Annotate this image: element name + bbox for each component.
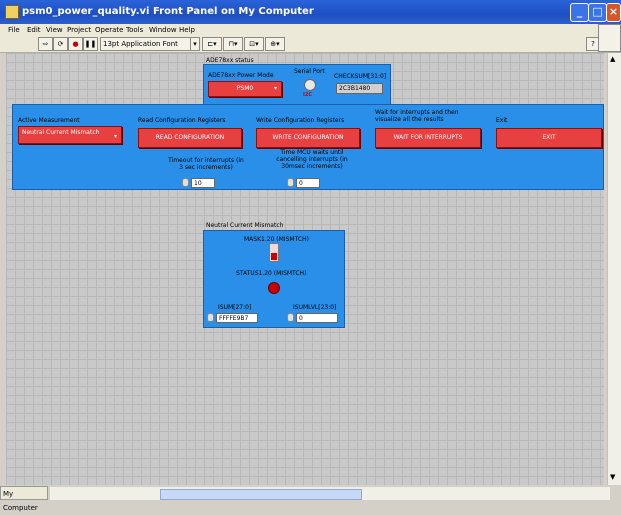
serial-port-text: I2C xyxy=(303,92,313,98)
checksum-indicator: 2C3B1480 xyxy=(336,83,383,94)
close-button[interactable]: × xyxy=(606,3,621,22)
exit-label: Exit xyxy=(496,117,508,124)
mask-toggle[interactable] xyxy=(269,243,279,262)
abort-icon[interactable]: ● xyxy=(68,37,83,51)
isumlvl-label: ISUMLVL[23:0] xyxy=(293,304,337,311)
status-label: STATUS1.20 (MISMTCH) xyxy=(236,270,307,277)
chevron-down-icon: ▾ xyxy=(273,85,277,92)
run-arrow-icon[interactable]: ⇨ xyxy=(38,37,53,51)
mask-label: MASK1.20 (MISMTCH) xyxy=(244,236,309,243)
menu-edit[interactable]: Edit xyxy=(27,24,41,36)
isumlvl-stepper[interactable] xyxy=(287,313,294,322)
reorder-icon[interactable]: ⊕▾ xyxy=(265,37,285,51)
power-mode-label: ADE78xx Power Mode xyxy=(208,72,274,79)
serial-port-led xyxy=(304,79,316,91)
timeout-stepper[interactable] xyxy=(182,178,189,187)
run-continuously-icon[interactable]: ⟳ xyxy=(53,37,68,51)
chevron-down-icon[interactable]: ▾ xyxy=(190,37,200,51)
isum-label: ISUM[27:0] xyxy=(218,304,252,311)
wait-interrupts-button[interactable]: WAIT FOR INTERRUPTS xyxy=(375,128,481,148)
active-measurement-select[interactable]: Neutral Current Mismatch ▾ xyxy=(18,126,122,144)
serial-port-label: Serial Port xyxy=(294,68,325,75)
mcu-wait-stepper[interactable] xyxy=(287,178,294,187)
menu-view[interactable]: View xyxy=(46,24,63,36)
power-mode-select[interactable]: PSM0 ▾ xyxy=(208,81,282,97)
menu-file[interactable]: File xyxy=(8,24,20,36)
scroll-down-icon[interactable]: ▼ xyxy=(610,473,615,481)
mismatch-group-label: Neutral Current Mismatch xyxy=(206,222,284,229)
mcu-wait-input[interactable]: 0 xyxy=(296,178,320,188)
menu-help[interactable]: Help xyxy=(179,24,195,36)
power-mode-value: PSM0 xyxy=(236,85,254,92)
window-title: psm0_power_quality.vi Front Panel on My … xyxy=(22,6,314,17)
resize-objects-icon[interactable]: ⊡▾ xyxy=(244,37,264,51)
chevron-down-icon: ▾ xyxy=(113,133,117,140)
isum-input[interactable]: FFFFE9B7 xyxy=(216,313,258,323)
timeout-input[interactable]: 10 xyxy=(191,178,215,188)
pause-icon[interactable]: ❚❚ xyxy=(83,37,98,51)
checksum-label: CHECKSUM[31:0] xyxy=(334,73,387,80)
horizontal-scroll-thumb[interactable] xyxy=(160,489,362,500)
vi-icon xyxy=(598,24,621,52)
isumlvl-input[interactable]: 0 xyxy=(296,313,338,323)
mcu-wait-label: Time MCU waits until cancelling interrup… xyxy=(276,149,348,170)
menu-project[interactable]: Project xyxy=(67,24,91,36)
active-measurement-value: Neutral Current Mismatch xyxy=(22,129,100,136)
read-config-button[interactable]: READ CONFIGURATION xyxy=(138,128,242,148)
active-measurement-label: Active Measurement xyxy=(18,117,80,124)
menu-operate[interactable]: Operate xyxy=(95,24,123,36)
write-config-button[interactable]: WRITE CONFIGURATION xyxy=(256,128,360,148)
vertical-scrollbar[interactable]: ▲ ▼ xyxy=(607,53,621,485)
exit-button[interactable]: EXIT xyxy=(496,128,602,148)
wait-interrupts-label: Wait for interrupts and then visualize a… xyxy=(375,109,459,123)
read-config-label: Read Configuration Registers xyxy=(138,117,226,124)
distribute-objects-icon[interactable]: ⊓▾ xyxy=(223,37,243,51)
menu-bar: File Edit View Project Operate Tools Win… xyxy=(0,24,621,36)
scroll-up-icon[interactable]: ▲ xyxy=(610,55,615,63)
app-icon xyxy=(5,5,19,19)
context-status: My Computer xyxy=(0,486,48,512)
maximize-button[interactable]: □ xyxy=(588,3,607,22)
toggle-thumb xyxy=(271,253,277,260)
menu-window[interactable]: Window xyxy=(149,24,177,36)
menu-tools[interactable]: Tools xyxy=(126,24,143,36)
timeout-label: Timeout for interrupts (in 3 sec increme… xyxy=(168,157,244,171)
font-selector[interactable]: 13pt Application Font xyxy=(100,37,192,51)
toolbar: ⇨ ⟳ ● ❚❚ 13pt Application Font ▾ ⊏▾ ⊓▾ ⊡… xyxy=(0,36,621,53)
status-led xyxy=(268,282,280,294)
minimize-button[interactable]: _ xyxy=(570,3,589,22)
isum-stepper[interactable] xyxy=(207,313,214,322)
ade-status-label: ADE78xx status xyxy=(206,57,254,64)
align-objects-icon[interactable]: ⊏▾ xyxy=(202,37,222,51)
write-config-label: Write Configuration Registers xyxy=(256,117,345,124)
